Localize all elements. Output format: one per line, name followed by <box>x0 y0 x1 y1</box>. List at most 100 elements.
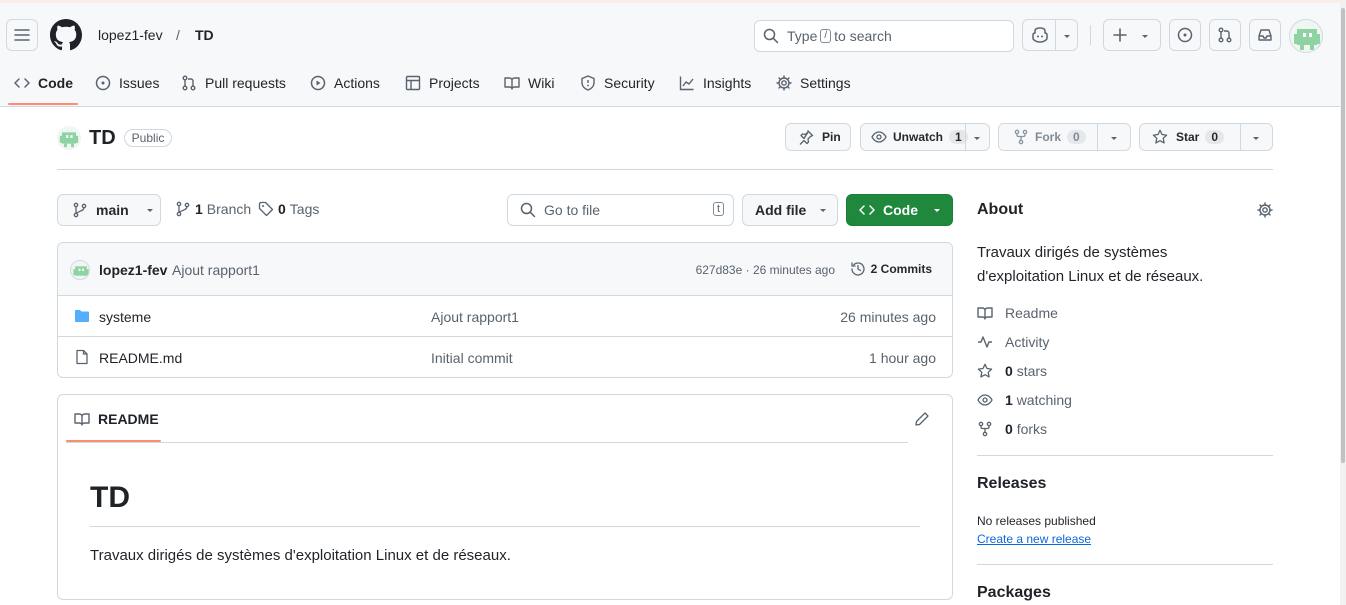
commit-sha-time[interactable]: 627d83e · 26 minutes ago <box>696 263 835 277</box>
forks-count: 0 <box>1005 421 1013 437</box>
create-new-button[interactable] <box>1103 19 1161 51</box>
about-readme-label: Readme <box>1005 305 1058 321</box>
releases-title[interactable]: Releases <box>977 475 1046 493</box>
packages-title[interactable]: Packages <box>977 584 1051 602</box>
eye-icon <box>977 394 993 406</box>
pin-button[interactable]: Pin <box>785 123 851 151</box>
unwatch-label: Unwatch <box>893 130 944 144</box>
branch-icon <box>176 201 190 217</box>
tab-security[interactable]: Security <box>580 63 655 103</box>
global-header: lopez1-fev / TD Type / to search Code Is… <box>0 3 1340 107</box>
add-file-label: Add file <box>755 202 807 218</box>
search-suffix-text: to search <box>834 28 892 44</box>
avatar[interactable] <box>1289 19 1323 53</box>
go-to-file-shortcut: t <box>712 202 724 216</box>
branches-link[interactable]: 1 Branch <box>175 201 251 217</box>
stars-count: 0 <box>1005 363 1013 379</box>
file-time: 1 hour ago <box>869 350 936 366</box>
plus-icon <box>1113 28 1127 42</box>
code-icon <box>859 205 875 215</box>
eye-icon <box>871 131 887 143</box>
file-name[interactable]: systeme <box>99 309 151 325</box>
folder-icon <box>75 310 89 322</box>
pencil-icon[interactable] <box>914 411 930 427</box>
github-logo-icon[interactable] <box>50 19 82 51</box>
about-stars-link[interactable]: 0 stars <box>977 363 1047 379</box>
readme-heading: TD <box>90 481 130 514</box>
inbox-button[interactable] <box>1249 19 1281 51</box>
star-icon <box>1152 129 1168 144</box>
commit-message[interactable]: Ajout rapport1 <box>172 262 260 278</box>
commits-link[interactable]: 2 Commits <box>850 261 932 277</box>
code-button[interactable]: Code <box>846 194 953 226</box>
scrollbar-thumb[interactable] <box>1341 8 1345 463</box>
tags-count: 0 <box>278 201 286 217</box>
tab-code-label: Code <box>38 75 73 91</box>
tab-actions[interactable]: Actions <box>310 63 380 103</box>
tab-actions-label: Actions <box>334 75 380 91</box>
chevron-down-icon <box>1064 35 1070 38</box>
issues-button[interactable] <box>1169 19 1201 51</box>
readme-tab[interactable]: README <box>74 411 159 427</box>
pin-label: Pin <box>822 130 841 144</box>
readme-heading-rule <box>90 526 920 527</box>
unwatch-button[interactable]: Unwatch 1 <box>860 123 990 151</box>
about-watching-link[interactable]: 1 watching <box>977 392 1072 408</box>
star-button[interactable]: Star 0 <box>1139 123 1273 151</box>
about-description: Travaux dirigés de systèmes d'exploitati… <box>977 241 1203 289</box>
breadcrumb-repo[interactable]: TD <box>195 27 214 43</box>
copilot-button[interactable] <box>1022 19 1078 51</box>
tags-label: Tags <box>289 201 320 217</box>
add-file-button[interactable]: Add file <box>742 194 838 226</box>
commit-author[interactable]: lopez1-fev <box>99 262 167 278</box>
branch-selector[interactable]: main <box>57 194 161 226</box>
fork-icon <box>978 421 992 437</box>
tab-wiki[interactable]: Wiki <box>504 63 554 103</box>
latest-commit-row: lopez1-fev Ajout rapport1 627d83e · 26 m… <box>58 243 952 296</box>
file-commit-message[interactable]: Initial commit <box>431 350 513 366</box>
file-name[interactable]: README.md <box>99 350 182 366</box>
file-row: systeme Ajout rapport1 26 minutes ago <box>58 296 952 337</box>
about-description-line2: d'exploitation Linux et de réseaux. <box>977 268 1204 285</box>
fork-button[interactable]: Fork 0 <box>998 123 1131 151</box>
file-commit-message[interactable]: Ajout rapport1 <box>431 309 519 325</box>
gear-icon <box>776 75 792 91</box>
about-activity-link[interactable]: Activity <box>977 334 1049 350</box>
tab-projects[interactable]: Projects <box>405 63 480 103</box>
repo-name[interactable]: TD <box>89 127 116 150</box>
pin-icon <box>799 130 814 145</box>
repo-owner-avatar <box>57 126 81 150</box>
tab-settings-label: Settings <box>800 75 851 91</box>
sidebar-divider <box>977 564 1273 565</box>
branches-count: 1 <box>195 201 203 217</box>
chevron-down-icon <box>1142 35 1148 38</box>
fork-icon <box>1014 129 1028 145</box>
about-forks-link[interactable]: 0 forks <box>977 421 1047 437</box>
commit-author-avatar[interactable] <box>70 260 90 280</box>
tab-insights[interactable]: Insights <box>679 63 751 103</box>
title-divider <box>57 169 1273 170</box>
create-release-link[interactable]: Create a new release <box>977 532 1091 546</box>
file-icon <box>76 349 88 365</box>
go-to-file-placeholder: Go to file <box>544 202 601 218</box>
menu-button[interactable] <box>6 19 38 51</box>
pull-requests-button[interactable] <box>1209 19 1241 51</box>
search-icon <box>520 202 536 218</box>
about-readme-link[interactable]: Readme <box>977 305 1058 321</box>
tab-issues[interactable]: Issues <box>95 63 159 103</box>
tab-pull-requests[interactable]: Pull requests <box>181 63 286 103</box>
tags-link[interactable]: 0 Tags <box>258 201 319 217</box>
go-to-file-input[interactable]: Go to file t <box>507 194 734 226</box>
about-activity-label: Activity <box>1005 334 1050 350</box>
forks-label: forks <box>1016 421 1048 437</box>
tab-code[interactable]: Code <box>14 63 73 103</box>
search-input[interactable]: Type / to search <box>754 20 1014 52</box>
star-counter: 0 <box>1205 130 1225 144</box>
breadcrumb-owner[interactable]: lopez1-fev <box>98 27 163 43</box>
graph-icon <box>679 76 694 91</box>
tab-settings[interactable]: Settings <box>776 63 851 103</box>
copilot-icon <box>1032 27 1048 43</box>
search-type-text: Type <box>787 28 818 44</box>
readme-divider <box>66 442 908 443</box>
gear-icon[interactable] <box>1257 202 1273 218</box>
